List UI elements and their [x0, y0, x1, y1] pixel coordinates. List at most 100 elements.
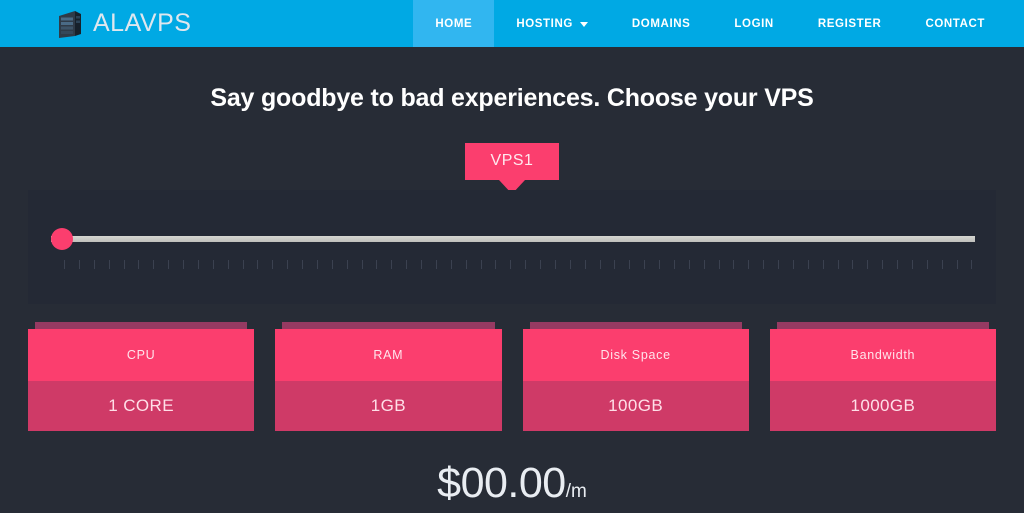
- slider-tick: [733, 260, 735, 269]
- price-period: /m: [565, 481, 587, 502]
- spec-card-disk-space: Disk Space 100GB: [522, 322, 749, 431]
- slider-tick: [554, 260, 556, 269]
- slider-tick: [495, 260, 497, 269]
- slider-tick: [822, 260, 824, 269]
- slider-tick: [227, 260, 229, 269]
- brand-logo[interactable]: ALAVPS: [0, 0, 191, 47]
- chevron-down-icon: [579, 22, 588, 27]
- slider-tick: [346, 260, 348, 269]
- nav-item-label: HOME: [435, 17, 473, 30]
- spec-card-value: 1GB: [275, 381, 502, 431]
- slider-tick: [569, 260, 571, 269]
- slider-tick: [123, 260, 125, 269]
- slider-handle[interactable]: [51, 228, 73, 250]
- slider-tick: [108, 260, 110, 269]
- slider-tick: [465, 260, 467, 269]
- spec-card-value: 1000GB: [769, 381, 996, 431]
- spec-card-ram: RAM 1GB: [275, 322, 502, 431]
- spec-card-title: Bandwidth: [769, 329, 996, 381]
- nav-item-label: HOSTING: [516, 17, 573, 30]
- nav-item-contact[interactable]: CONTACT: [903, 0, 1007, 47]
- slider-tick: [792, 260, 794, 269]
- slider-tick: [926, 260, 928, 269]
- nav-item-label: DOMAINS: [631, 17, 691, 30]
- slider-tick: [153, 260, 155, 269]
- spec-card-title: CPU: [28, 329, 255, 381]
- server-rack-icon: [59, 10, 81, 38]
- slider-tick: [867, 260, 869, 269]
- slider-tick: [421, 260, 422, 269]
- slider-tick: [197, 260, 199, 269]
- slider-track-area[interactable]: [51, 228, 975, 250]
- slider-tick: [406, 260, 408, 269]
- slider-tick: [673, 260, 675, 269]
- slider-badge-container: VPS1: [0, 143, 1024, 180]
- nav-item-label: LOGIN: [734, 17, 774, 30]
- slider-tick: [64, 260, 65, 269]
- vps-plan-badge: VPS1: [464, 143, 560, 180]
- slider-tick: [138, 260, 140, 269]
- slider-tick: [287, 260, 289, 269]
- nav-item-home[interactable]: HOME: [413, 0, 495, 47]
- nav-item-label: REGISTER: [817, 17, 882, 30]
- spec-card-value: 100GB: [522, 381, 749, 431]
- slider-tick: [257, 260, 259, 269]
- slider-tick: [331, 260, 333, 269]
- slider-tick: [763, 260, 765, 269]
- slider-track[interactable]: [51, 236, 975, 242]
- slider-tick: [480, 260, 482, 269]
- slider-tick: [316, 260, 318, 269]
- slider-tick: [837, 260, 839, 269]
- slider-tick: [272, 260, 274, 269]
- slider-tick: [911, 260, 913, 269]
- nav-item-register[interactable]: REGISTER: [796, 0, 904, 47]
- page-title: Say goodbye to bad experiences. Choose y…: [210, 84, 814, 112]
- slider-tick: [435, 260, 437, 269]
- slider-tick: [525, 260, 527, 269]
- slider-tick: [93, 260, 95, 269]
- slider-tick: [168, 260, 170, 269]
- price-amount: $00.00: [437, 459, 566, 507]
- brand-name: ALAVPS: [93, 9, 192, 37]
- price-display: $00.00/m: [0, 459, 1024, 508]
- spec-cards: CPU 1 CORE RAM 1GB Disk Space 100GB Band…: [28, 322, 996, 431]
- nav-item-login[interactable]: LOGIN: [712, 0, 795, 47]
- slider-tick: [212, 260, 214, 269]
- slider-tick: [778, 260, 779, 269]
- vps-slider-panel[interactable]: [28, 190, 996, 304]
- slider-tick: [644, 260, 646, 269]
- slider-tick: [361, 260, 363, 269]
- slider-tick: [688, 260, 690, 269]
- slider-tick: [242, 260, 244, 269]
- slider-tick: [510, 260, 512, 269]
- nav-item-label: CONTACT: [925, 17, 985, 30]
- spec-card-value: 1 CORE: [28, 381, 255, 431]
- slider-tick: [659, 260, 660, 269]
- slider-tick: [629, 260, 631, 269]
- slider-tick: [540, 260, 541, 269]
- slider-tick: [78, 260, 80, 269]
- slider-tick: [183, 260, 184, 269]
- spec-card-title: RAM: [275, 329, 502, 381]
- slider-tick: [450, 260, 452, 269]
- nav-item-domains[interactable]: DOMAINS: [610, 0, 713, 47]
- slider-tick: [599, 260, 601, 269]
- slider-tick: [956, 260, 958, 269]
- slider-tick: [882, 260, 884, 269]
- nav-item-hosting[interactable]: HOSTING: [494, 0, 610, 47]
- slider-tick: [897, 260, 898, 269]
- slider-tick: [703, 260, 705, 269]
- slider-tick: [376, 260, 378, 269]
- slider-tick: [807, 260, 809, 269]
- slider-tick: [748, 260, 750, 269]
- slider-tick: [584, 260, 586, 269]
- slider-tick: [718, 260, 720, 269]
- slider-tick: [852, 260, 854, 269]
- slider-tick: [941, 260, 943, 269]
- site-header: ALAVPS HOME HOSTING DOMAINS LOGIN REGIST…: [0, 0, 1024, 47]
- slider-tick-marks: [64, 260, 973, 269]
- slider-tick: [971, 260, 973, 269]
- spec-card-bandwidth: Bandwidth 1000GB: [769, 322, 996, 431]
- main-navigation: HOME HOSTING DOMAINS LOGIN REGISTER CONT…: [413, 0, 1024, 47]
- slider-tick: [614, 260, 616, 269]
